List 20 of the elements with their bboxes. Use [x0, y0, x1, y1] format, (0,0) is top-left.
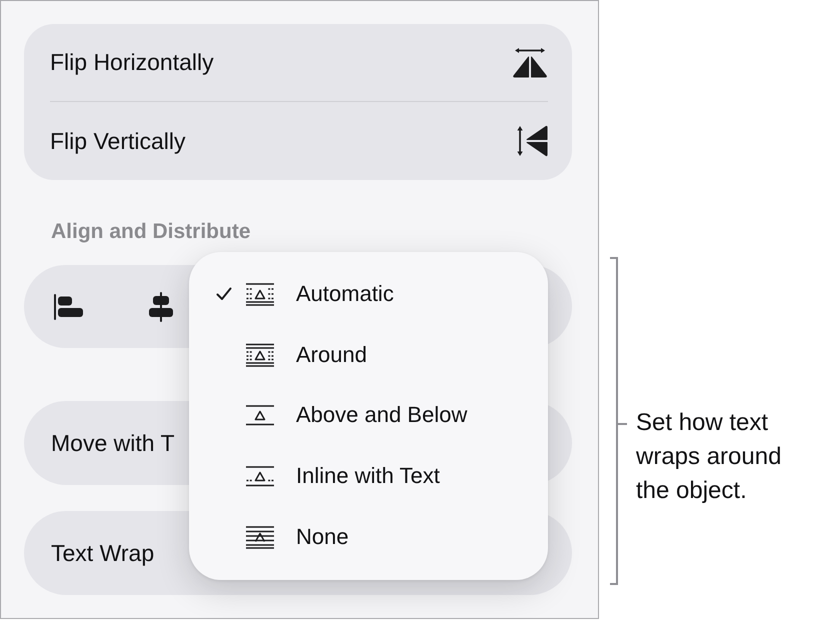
menu-item[interactable]: Around — [189, 324, 367, 386]
setting-label: Move with T — [51, 430, 175, 456]
menu-item[interactable]: Inline with Text — [189, 446, 440, 506]
flip-horizontal-icon — [512, 46, 548, 78]
flip-vertical-icon — [516, 124, 548, 158]
align-left-icon[interactable] — [54, 294, 84, 320]
wrap-above-below-icon — [245, 403, 275, 428]
callout-text: Set how text wraps around the object. — [636, 408, 782, 506]
flip-option[interactable]: Flip Vertically — [50, 101, 548, 180]
setting-label: Text Wrap — [51, 540, 154, 566]
wrap-inline-icon — [245, 464, 275, 488]
flip-option[interactable]: Flip Horizontally — [50, 24, 548, 101]
menu-item[interactable]: None — [189, 506, 349, 567]
wrap-automatic-icon — [245, 282, 275, 306]
section-title: Align and Distribute — [50, 220, 252, 243]
wrap-around-icon — [245, 342, 275, 367]
align-center-icon[interactable] — [148, 292, 174, 322]
wrap-none-icon — [245, 524, 275, 549]
menu-item[interactable]: Above and Below — [189, 385, 468, 446]
menu-item[interactable]: Automatic — [189, 264, 394, 325]
